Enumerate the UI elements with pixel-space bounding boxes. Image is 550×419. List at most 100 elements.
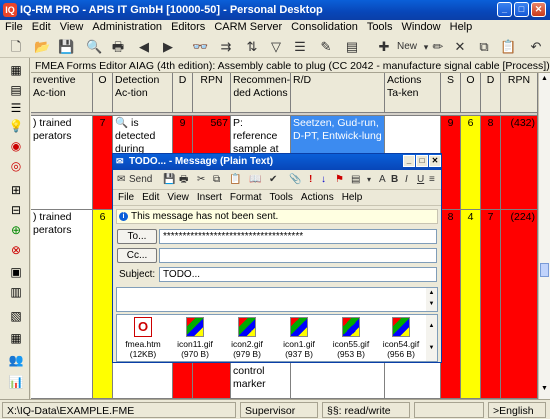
filter-list-icon[interactable]: ☰ bbox=[292, 39, 308, 55]
message-maximize-button[interactable]: □ bbox=[416, 155, 428, 167]
row2-preventive-action[interactable]: ) trained perators bbox=[31, 210, 93, 399]
checkmark-edit-icon[interactable]: ✎ bbox=[318, 39, 334, 55]
message-body[interactable]: ▲ ▼ bbox=[116, 287, 438, 312]
header-severity-2[interactable]: S bbox=[441, 73, 461, 113]
attachment-icon54[interactable]: icon54.gif (956 B) bbox=[375, 317, 427, 359]
list-view-icon[interactable]: ☰ bbox=[8, 100, 24, 116]
message-menu-tools[interactable]: Tools bbox=[265, 190, 296, 203]
address-book-icon[interactable]: 📖 bbox=[249, 173, 261, 187]
form-view-icon[interactable]: ▤ bbox=[8, 82, 24, 98]
menu-window[interactable]: Window bbox=[397, 20, 445, 33]
header-responsibility[interactable]: R/D bbox=[291, 73, 385, 113]
header-actions-taken[interactable]: Actions Ta-ken bbox=[385, 73, 441, 113]
print-icon[interactable]: 🖶 bbox=[110, 39, 126, 55]
format-color-icon[interactable]: A bbox=[379, 173, 386, 187]
send-icon[interactable]: ✉ bbox=[117, 173, 125, 187]
delete-x-icon[interactable]: ✕ bbox=[452, 39, 468, 55]
message-menu-help[interactable]: Help bbox=[337, 190, 366, 203]
bold-icon[interactable]: B bbox=[391, 173, 398, 187]
paste-icon[interactable]: 📋 bbox=[500, 39, 516, 55]
copy-icon[interactable]: ⧉ bbox=[476, 39, 492, 55]
menu-help[interactable]: Help bbox=[445, 20, 477, 33]
scroll-up-icon[interactable]: ▲ bbox=[540, 75, 549, 85]
report-icon[interactable]: ▧ bbox=[8, 308, 24, 324]
attachment-fmea[interactable]: Ofmea.htm (12KB) bbox=[117, 317, 169, 359]
row1-occurrence-2[interactable]: 6 bbox=[461, 116, 481, 210]
copy-icon[interactable]: ⧉ bbox=[213, 173, 220, 187]
new-document-icon[interactable]: 🗋 bbox=[8, 39, 24, 55]
minimize-button[interactable]: _ bbox=[497, 2, 512, 17]
menu-edit[interactable]: Edit bbox=[27, 20, 55, 33]
align-icon[interactable]: ≡ bbox=[429, 173, 435, 187]
attachment-icon55[interactable]: icon55.gif (953 B) bbox=[325, 317, 377, 359]
header-occurrence-2[interactable]: O bbox=[461, 73, 481, 113]
row2-detection-2[interactable]: 7 bbox=[481, 210, 501, 399]
message-menu-edit[interactable]: Edit bbox=[137, 190, 162, 203]
filter-icon[interactable]: ▽ bbox=[268, 39, 284, 55]
message-close-button[interactable]: ✕ bbox=[429, 155, 441, 167]
message-menu-view[interactable]: View bbox=[162, 190, 192, 203]
undo-icon[interactable]: ↶ bbox=[528, 39, 544, 55]
cut-icon[interactable]: ✂ bbox=[197, 173, 205, 187]
statistics-icon[interactable]: 📊 bbox=[8, 374, 24, 390]
menu-administration[interactable]: Administration bbox=[87, 20, 166, 33]
send-button[interactable]: Send bbox=[129, 173, 152, 187]
header-detection-2[interactable]: D bbox=[481, 73, 501, 113]
cc-button[interactable]: Cc... bbox=[117, 248, 157, 263]
failure-net-icon[interactable]: ⊗ bbox=[8, 242, 24, 258]
to-button[interactable]: To... bbox=[117, 229, 157, 244]
row1-preventive-action[interactable]: ) trained perators bbox=[31, 116, 93, 210]
message-minimize-button[interactable]: _ bbox=[403, 155, 415, 167]
header-occurrence[interactable]: O bbox=[93, 73, 113, 113]
find-next-icon[interactable]: ⇉ bbox=[218, 39, 234, 55]
menu-file[interactable]: File bbox=[0, 20, 27, 33]
header-detection-action[interactable]: Detection Ac-tion bbox=[113, 73, 173, 113]
document-scrollbar[interactable]: ▲ ▼ bbox=[538, 73, 550, 399]
to-field[interactable]: ************************************ bbox=[159, 229, 437, 244]
target-icon[interactable]: ◉ bbox=[8, 138, 24, 154]
message-menu-format[interactable]: Format bbox=[225, 190, 265, 203]
target-alt-icon[interactable]: ◎ bbox=[8, 158, 24, 174]
message-menu-insert[interactable]: Insert bbox=[192, 190, 225, 203]
lightbulb-icon[interactable]: 💡 bbox=[8, 118, 24, 134]
structure-tree-icon[interactable]: ▦ bbox=[8, 62, 24, 78]
go-forward-icon[interactable]: ▶ bbox=[160, 39, 176, 55]
function-net-icon[interactable]: ⊕ bbox=[8, 222, 24, 238]
scroll-down-icon[interactable]: ▼ bbox=[540, 385, 549, 395]
open-folder-icon[interactable]: 📂 bbox=[34, 39, 50, 55]
users-icon[interactable]: 👥 bbox=[8, 352, 24, 368]
paste-icon[interactable]: 📋 bbox=[229, 173, 241, 187]
menu-carm-server[interactable]: CARM Server bbox=[209, 20, 286, 33]
go-back-icon[interactable]: ◀ bbox=[136, 39, 152, 55]
sort-icon[interactable]: ⇅ bbox=[244, 39, 260, 55]
binoculars-icon[interactable]: 👓 bbox=[192, 39, 208, 55]
matrix-icon[interactable]: ▣ bbox=[8, 264, 24, 280]
menu-tools[interactable]: Tools bbox=[362, 20, 397, 33]
cc-field[interactable] bbox=[159, 248, 437, 263]
row2-severity-2[interactable]: 8 bbox=[441, 210, 461, 399]
header-preventive-action[interactable]: reventive Ac-tion bbox=[31, 73, 93, 113]
attachments-scrollbar[interactable]: ▲ ▼ bbox=[426, 315, 437, 361]
italic-icon[interactable]: I bbox=[405, 173, 408, 187]
importance-high-icon[interactable]: ! bbox=[309, 173, 312, 187]
options-icon[interactable]: ▤ bbox=[351, 173, 360, 187]
save-icon[interactable]: 💾 bbox=[58, 39, 74, 55]
message-menu-actions[interactable]: Actions bbox=[296, 190, 337, 203]
copy-format-icon[interactable]: ▤ bbox=[344, 39, 360, 55]
print-preview-icon[interactable]: 🔍 bbox=[86, 39, 102, 55]
font-dropdown-icon[interactable]: ▾ bbox=[367, 173, 371, 187]
header-rpn-2[interactable]: RPN bbox=[501, 73, 538, 113]
attachment-icon11[interactable]: icon11.gif (970 B) bbox=[169, 317, 221, 359]
header-recommended-actions[interactable]: Recommen-ded Actions bbox=[231, 73, 291, 113]
row1-severity-2[interactable]: 9 bbox=[441, 116, 461, 210]
row1-rpn-2[interactable]: (432) bbox=[501, 116, 538, 210]
row2-occurrence-2[interactable]: 4 bbox=[461, 210, 481, 399]
menu-editors[interactable]: Editors bbox=[166, 20, 209, 33]
scroll-thumb[interactable] bbox=[540, 263, 549, 277]
pencil-icon[interactable]: ✏ bbox=[430, 39, 446, 55]
underline-icon[interactable]: U bbox=[417, 173, 424, 187]
row1-occurrence[interactable]: 7 bbox=[93, 116, 113, 210]
attachment-icon2[interactable]: icon2.gif (979 B) bbox=[221, 317, 273, 359]
grid-icon[interactable]: ▦ bbox=[8, 330, 24, 346]
attachment-icon1[interactable]: icon1.gif (937 B) bbox=[273, 317, 325, 359]
